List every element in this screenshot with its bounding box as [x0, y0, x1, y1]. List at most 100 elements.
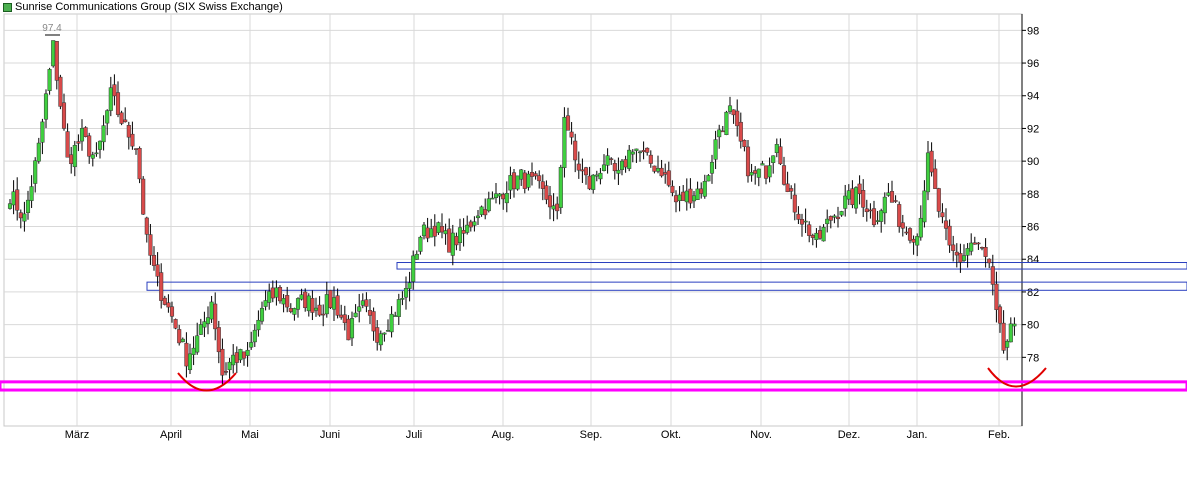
candle-body [943, 220, 949, 229]
candle-body [897, 204, 902, 227]
candle-body [979, 247, 985, 249]
candle-body [472, 221, 477, 226]
candle-body [101, 125, 106, 143]
candle-body [18, 212, 23, 219]
candle-body [799, 219, 805, 225]
x-tick-label: Sep. [580, 429, 603, 441]
candle-body [108, 87, 113, 111]
candle-body [630, 151, 635, 155]
candle-body [414, 253, 419, 260]
candle-body [339, 314, 344, 318]
candle-body [252, 329, 257, 343]
candle-body [655, 168, 661, 172]
candle-body [951, 244, 956, 251]
candle-body [774, 144, 779, 153]
candle-body [522, 172, 527, 189]
y-tick-label: 96 [1027, 58, 1039, 70]
candle-body [940, 212, 945, 218]
candle-body [767, 165, 772, 178]
candle-body [15, 189, 20, 211]
candle-body [357, 306, 362, 312]
candle-body [907, 228, 913, 241]
x-tick-label: Juni [320, 429, 340, 441]
candle-body [51, 40, 56, 67]
candle-body [490, 197, 495, 200]
y-tick-label: 82 [1027, 287, 1039, 299]
candle-body [97, 140, 103, 150]
candle-body [310, 298, 315, 313]
y-tick-label: 80 [1027, 320, 1039, 332]
candle-body [133, 148, 139, 150]
candle-body [313, 307, 319, 311]
candle-body [1008, 323, 1013, 343]
candle-body [79, 128, 85, 142]
candle-body [742, 140, 747, 147]
candle-body [756, 168, 761, 178]
candle-body [47, 69, 52, 91]
candle-body [666, 170, 671, 186]
candle-body [501, 194, 506, 200]
candle-body [29, 186, 34, 201]
candle-body [868, 209, 873, 212]
candle-body [936, 188, 941, 212]
candle-body [879, 210, 884, 222]
candle-body [652, 165, 657, 172]
candle-body [821, 226, 826, 242]
candle-body [717, 129, 722, 138]
candle-body [810, 235, 815, 238]
stock-chart: Sunrise Communications Group (SIX Swiss … [0, 0, 1187, 479]
candle-body [533, 173, 538, 177]
candle-body [11, 191, 16, 206]
candle-body [263, 300, 268, 307]
candle-body [544, 185, 549, 200]
candle-body [598, 172, 603, 180]
candle-body [385, 330, 391, 332]
candle-body [609, 158, 614, 160]
candle-body [781, 165, 787, 185]
candle-body [223, 371, 229, 373]
candle-body [922, 190, 927, 223]
candle-body [871, 208, 877, 226]
x-tick-label: Aug. [492, 429, 515, 441]
candle-body [40, 121, 45, 143]
candle-body [342, 314, 347, 324]
candle-body [969, 242, 974, 252]
candle-body [130, 133, 135, 147]
candle-body [187, 353, 193, 371]
candle-body [486, 198, 491, 212]
candle-body [933, 168, 938, 189]
high-label: 97.4 [42, 23, 62, 34]
x-tick-label: Juli [406, 429, 423, 441]
candle-body [573, 140, 578, 161]
candle-body [763, 165, 769, 179]
candle-body [465, 224, 470, 233]
candle-body [432, 225, 437, 237]
candle-body [954, 251, 959, 256]
candle-body [789, 188, 794, 192]
candle-body [54, 41, 59, 81]
candle-body [511, 172, 517, 190]
candle-body [295, 298, 301, 310]
candle-body [205, 317, 211, 324]
candle-body [411, 255, 416, 282]
candle-body [508, 175, 513, 191]
candle-body [209, 301, 214, 320]
candle-body [162, 297, 167, 305]
candle-body [454, 236, 459, 246]
candle-body [396, 299, 401, 317]
candle-body [299, 294, 304, 300]
candle-body [238, 349, 243, 361]
candle-body [835, 216, 841, 220]
candle-body [699, 188, 704, 194]
candle-body [22, 213, 27, 222]
candle-body [972, 242, 977, 245]
candle-body [673, 195, 679, 203]
y-tick-label: 88 [1027, 189, 1039, 201]
candle-body [990, 266, 995, 285]
candle-body [367, 310, 373, 316]
candle-body [123, 119, 128, 123]
candle-body [637, 151, 643, 154]
candle-body [612, 163, 617, 172]
candle-body [839, 211, 844, 216]
candle-body [828, 216, 833, 221]
